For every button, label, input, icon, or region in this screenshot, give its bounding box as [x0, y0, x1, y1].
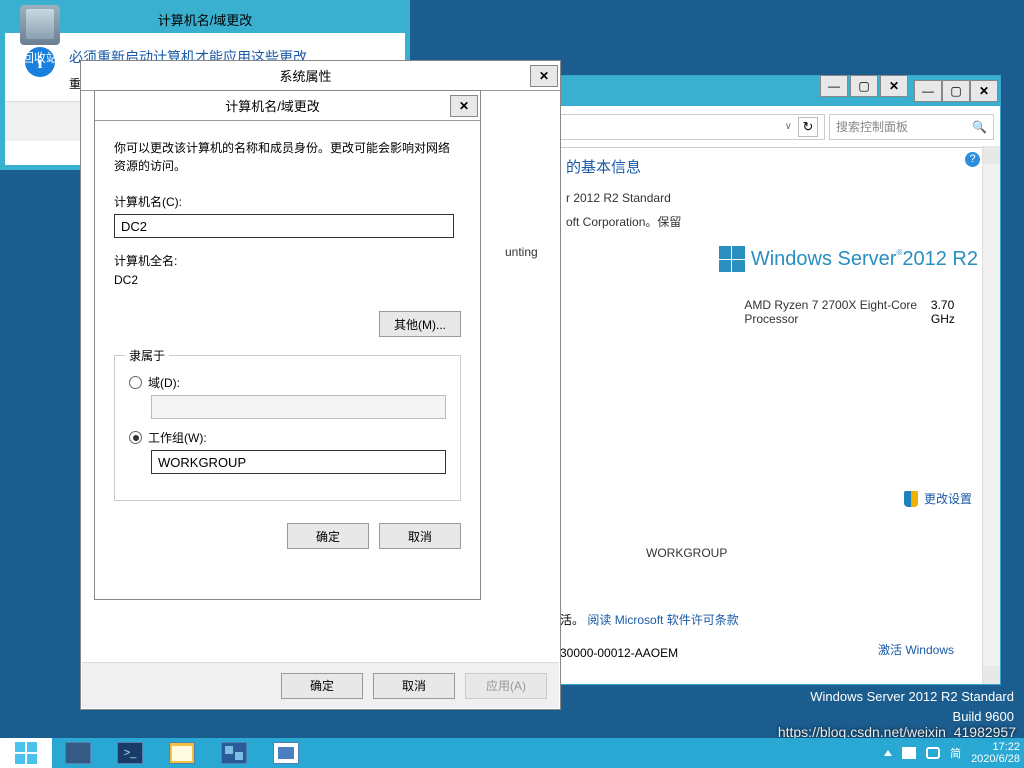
workgroup-radio-label: 工作组(W): [148, 429, 207, 446]
server-manager-taskbar-icon[interactable] [52, 738, 104, 768]
namechg-cancel-button[interactable]: 取消 [379, 523, 461, 549]
powershell-taskbar-icon[interactable]: >_ [104, 738, 156, 768]
partial-text: unting [505, 245, 538, 259]
domain-radio-row[interactable]: 域(D): [129, 374, 446, 391]
workgroup-radio-row[interactable]: 工作组(W): [129, 429, 446, 446]
sysprops-apply-button[interactable]: 应用(A) [465, 673, 547, 699]
sysprops-button-row: 确定 取消 应用(A) [82, 662, 559, 708]
workgroup-radio[interactable] [129, 431, 142, 444]
explorer-taskbar-icon[interactable] [156, 738, 208, 768]
sysprops-titlebar[interactable]: 系统属性 ✕ [81, 61, 560, 91]
sysprops-title: 系统属性 [81, 66, 530, 85]
namechg-close-button[interactable]: ✕ [450, 95, 478, 117]
bg-close-button[interactable]: ✕ [880, 75, 908, 97]
sysprops-cancel-button[interactable]: 取消 [373, 673, 455, 699]
cpu-ghz: 3.70 GHz [931, 298, 972, 326]
cpu-value: AMD Ryzen 7 2700X Eight-Core Processor [744, 298, 931, 326]
namechg-titlebar[interactable]: 计算机名/域更改 ✕ [95, 91, 480, 121]
more-button[interactable]: 其他(M)... [379, 311, 461, 337]
domain-radio-label: 域(D): [148, 374, 180, 391]
product-id: 30000-00012-AAOEM [560, 646, 678, 660]
bg-window-btns: — ▢ ✕ [820, 75, 908, 97]
activate-windows-link[interactable]: 激活 Windows [878, 641, 954, 658]
license-terms-link[interactable]: 阅读 Microsoft 软件许可条款 [587, 613, 738, 627]
refresh-button[interactable]: ↻ [798, 117, 818, 137]
section-heading: 的基本信息 [566, 156, 972, 177]
taskbar: >_ 简 17:22 2020/6/28 [0, 738, 1024, 768]
domain-radio[interactable] [129, 376, 142, 389]
tray-overflow-icon[interactable] [884, 750, 892, 756]
taskbar-clock[interactable]: 17:22 2020/6/28 [971, 741, 1020, 765]
namechg-title: 计算机名/域更改 [95, 96, 450, 115]
full-name-label: 计算机全名: [114, 252, 461, 269]
member-legend: 隶属于 [125, 347, 169, 364]
windows-logo: Windows Server®2012 R2 [719, 246, 978, 272]
full-name-value: DC2 [114, 273, 461, 287]
workgroup-input[interactable] [151, 450, 446, 474]
multidesktop-taskbar-icon[interactable] [208, 738, 260, 768]
system-tray: 简 17:22 2020/6/28 [880, 738, 1024, 768]
bg-maximize-button[interactable]: ▢ [850, 75, 878, 97]
ime-indicator[interactable]: 简 [950, 745, 961, 761]
minimize-button[interactable]: — [914, 80, 942, 102]
recycle-bin-icon [20, 5, 60, 45]
maximize-button[interactable]: ▢ [942, 80, 970, 102]
namechg-description: 你可以更改该计算机的名称和成员身份。更改可能会影响对网络资源的访问。 [114, 139, 461, 175]
workgroup-value: WORKGROUP [646, 546, 727, 560]
action-center-icon[interactable] [902, 747, 916, 759]
start-button[interactable] [0, 738, 52, 768]
sysprops-close-button[interactable]: ✕ [530, 65, 558, 87]
system-taskbar-icon[interactable] [260, 738, 312, 768]
activation-status: 活。 [560, 613, 584, 627]
scrollbar[interactable] [982, 146, 1000, 684]
member-of-group: 隶属于 域(D): 工作组(W): [114, 355, 461, 501]
computer-name-input[interactable] [114, 214, 454, 238]
recycle-bin-label: 回收站 [15, 49, 65, 66]
search-input[interactable]: 搜索控制面板🔍 [829, 114, 994, 140]
close-button[interactable]: ✕ [970, 80, 998, 102]
popup-title[interactable]: 计算机名/域更改 [5, 5, 405, 33]
change-settings-link[interactable]: 更改设置 [924, 490, 972, 507]
name-change-dialog: 计算机名/域更改 ✕ 你可以更改该计算机的名称和成员身份。更改可能会影响对网络资… [94, 90, 481, 600]
computer-name-label: 计算机名(C): [114, 193, 461, 210]
network-icon[interactable] [926, 747, 940, 759]
domain-input [151, 395, 446, 419]
desktop-watermark: Windows Server 2012 R2 Standard Build 96… [810, 687, 1014, 726]
copyright-value: oft Corporation。保留 [566, 213, 681, 230]
search-icon: 🔍 [972, 120, 987, 134]
system-body: 的基本信息 r 2012 R2 Standard oft Corporation… [556, 146, 982, 674]
namechg-ok-button[interactable]: 确定 [287, 523, 369, 549]
shield-icon [904, 491, 918, 507]
recycle-bin[interactable]: 回收站 [15, 5, 65, 66]
edition-value: r 2012 R2 Standard [566, 191, 671, 205]
sysprops-ok-button[interactable]: 确定 [281, 673, 363, 699]
bg-minimize-button[interactable]: — [820, 75, 848, 97]
